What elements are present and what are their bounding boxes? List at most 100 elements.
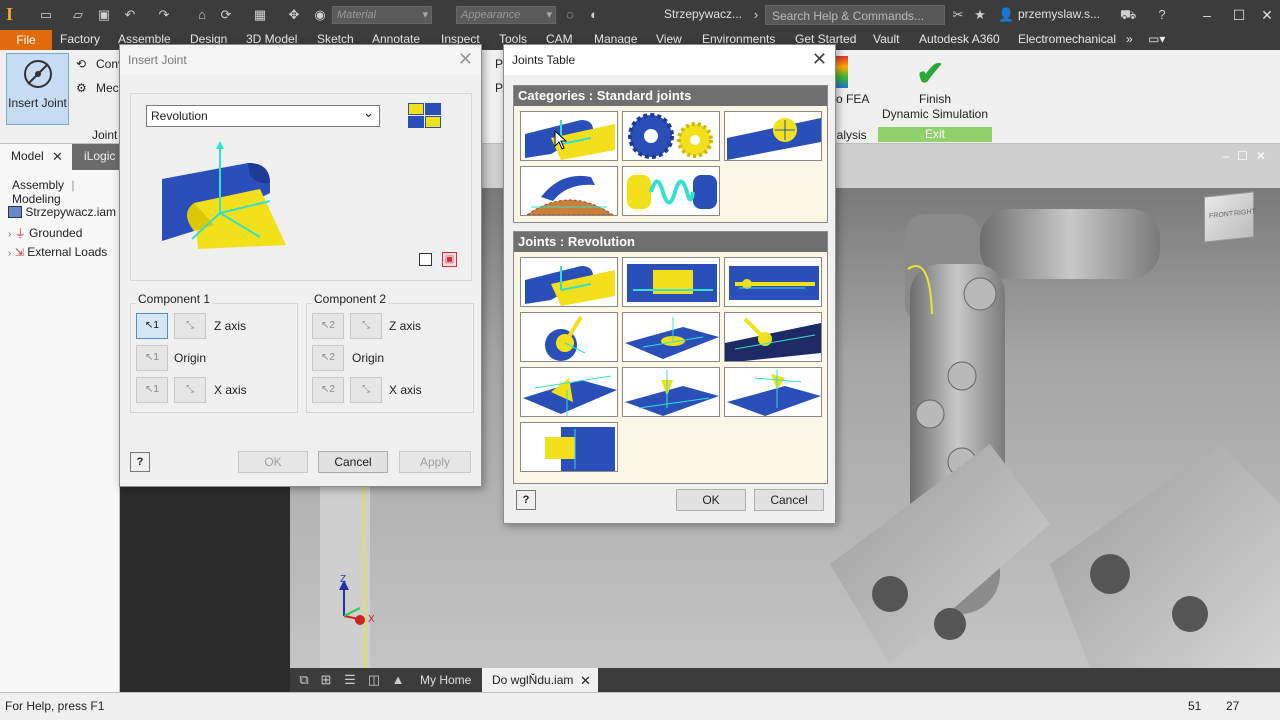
appearance-combo[interactable]: Appearance: [456, 6, 556, 24]
close-icon[interactable]: ✕: [580, 673, 591, 689]
help-button[interactable]: ?: [130, 452, 150, 472]
dialog-title-bar[interactable]: Insert Joint ✕: [120, 45, 481, 75]
tab-electromechanical[interactable]: Electromechanical: [1018, 32, 1116, 46]
close-icon[interactable]: ✕: [812, 49, 827, 70]
color-icon[interactable]: ◉: [312, 7, 328, 23]
cascade-windows-icon[interactable]: ⧉: [296, 672, 312, 688]
dialog-title-bar[interactable]: Joints Table ✕: [504, 45, 835, 75]
assembly-view-tab[interactable]: Assembly: [12, 178, 64, 192]
tab-my-home[interactable]: My Home: [420, 673, 471, 687]
modeling-view-tab[interactable]: Modeling: [12, 192, 61, 206]
ribbon-p-button-2[interactable]: P: [495, 81, 503, 95]
category-sliding-joints[interactable]: [724, 111, 822, 161]
close-icon[interactable]: ✕: [52, 149, 63, 165]
panel-options-icon[interactable]: ▭▾: [1148, 32, 1165, 46]
close-icon[interactable]: ✕: [458, 49, 473, 70]
joint-type-select[interactable]: Revolution: [146, 105, 380, 127]
fea-icon[interactable]: [836, 56, 848, 88]
adjust-appearance-icon[interactable]: ◐: [586, 7, 602, 23]
select-filter-icon[interactable]: ▦: [252, 7, 268, 23]
save-icon[interactable]: ▣: [96, 7, 112, 23]
clear-appearance-icon[interactable]: ◌: [562, 7, 578, 23]
joint-planar[interactable]: [622, 312, 720, 362]
export-fea-button[interactable]: o FEA: [836, 92, 869, 106]
measure-icon[interactable]: ✥: [286, 7, 302, 23]
component2-x-axis-flip-icon[interactable]: ⤡: [350, 377, 382, 403]
tab-vault[interactable]: Vault: [873, 32, 899, 46]
maximize-icon[interactable]: ☐: [1228, 4, 1250, 26]
tree-root[interactable]: Strzepywacz.iam (S: [8, 205, 131, 219]
preview-toggle-icon[interactable]: ▣: [442, 252, 457, 267]
joint-welding[interactable]: [520, 422, 618, 472]
component1-origin-select-button[interactable]: ↖1: [136, 345, 168, 371]
search-arrow-icon[interactable]: ›: [748, 7, 764, 23]
component2-x-axis-select-button[interactable]: ↖2: [312, 377, 344, 403]
open-file-icon[interactable]: ▱: [70, 7, 86, 23]
user-icon[interactable]: 👤: [998, 7, 1014, 23]
inventor-logo-icon[interactable]: I: [6, 4, 26, 26]
more-tabs-icon[interactable]: ▲: [390, 672, 406, 688]
apply-button[interactable]: Apply: [399, 451, 471, 473]
joint-point-plane[interactable]: [622, 367, 720, 417]
component2-z-axis-flip-icon[interactable]: ⤡: [350, 313, 382, 339]
favorites-star-icon[interactable]: ★: [972, 7, 988, 23]
joint-cylindrical[interactable]: [724, 257, 822, 307]
ok-button[interactable]: OK: [238, 451, 308, 473]
tab-ilogic[interactable]: iLogic: [84, 149, 115, 163]
tree-item-external-loads[interactable]: › ⇲ External Loads: [8, 245, 107, 259]
expand-icon[interactable]: ›: [8, 229, 11, 240]
category-rolling-joints[interactable]: [622, 111, 720, 161]
joint-spherical[interactable]: [520, 312, 618, 362]
cancel-button[interactable]: Cancel: [318, 451, 388, 473]
mechanism-icon[interactable]: ⚙: [76, 81, 87, 95]
binoculars-icon[interactable]: ✂: [950, 7, 966, 23]
redo-icon[interactable]: ↷: [156, 7, 172, 23]
flip-checkbox[interactable]: [419, 253, 432, 266]
joints-table-icon[interactable]: [408, 103, 442, 129]
mechanism-button[interactable]: Mec: [96, 81, 119, 95]
material-combo[interactable]: Material: [332, 6, 432, 24]
component1-x-axis-flip-icon[interactable]: ⤡: [174, 377, 206, 403]
insert-joint-button[interactable]: Insert Joint: [6, 53, 69, 125]
finish-dynamic-simulation-button[interactable]: ✔ Finish Dynamic Simulation Exit: [878, 50, 992, 142]
convert-icon[interactable]: ⟲: [76, 57, 86, 71]
update-icon[interactable]: ⟳: [218, 7, 234, 23]
expand-icon[interactable]: ›: [8, 248, 11, 259]
tree-item-grounded[interactable]: › ⏚ Grounded: [8, 225, 82, 241]
cart-icon[interactable]: ⛟: [1120, 7, 1136, 23]
help-button[interactable]: ?: [516, 490, 536, 510]
joint-line-plane[interactable]: [520, 367, 618, 417]
joint-spatial[interactable]: [724, 367, 822, 417]
tab-autodesk-a360[interactable]: Autodesk A360: [919, 32, 1000, 46]
joint-revolution[interactable]: [520, 257, 618, 307]
checkmark-icon: ✔: [916, 55, 945, 93]
tile-horizontal-icon[interactable]: ☰: [342, 672, 358, 688]
tile-windows-icon[interactable]: ⊞: [318, 672, 334, 688]
tile-vertical-icon[interactable]: ◫: [366, 672, 382, 688]
category-force-joints[interactable]: [622, 166, 720, 216]
joint-prismatic[interactable]: [622, 257, 720, 307]
component1-z-axis-select-button[interactable]: ↖1: [136, 313, 168, 339]
tab-file[interactable]: File: [0, 30, 52, 50]
ribbon-p-button-1[interactable]: P: [495, 57, 503, 71]
close-window-icon[interactable]: ✕: [1256, 4, 1278, 26]
category-standard-joints[interactable]: [520, 111, 618, 161]
new-file-icon[interactable]: ▭: [38, 7, 54, 23]
joint-point-line[interactable]: [724, 312, 822, 362]
component1-x-axis-select-button[interactable]: ↖1: [136, 377, 168, 403]
undo-icon[interactable]: ↶: [122, 7, 138, 23]
cancel-button[interactable]: Cancel: [754, 489, 824, 511]
user-name[interactable]: przemyslaw.s...: [1018, 7, 1100, 21]
search-input[interactable]: Search Help & Commands...: [765, 5, 945, 25]
help-icon[interactable]: ?: [1154, 7, 1170, 23]
home-icon[interactable]: ⌂: [194, 7, 210, 23]
tab-active-document[interactable]: Do wglŇdu.iam ✕: [482, 668, 598, 692]
category-2d-contact[interactable]: [520, 166, 618, 216]
minimize-icon[interactable]: –: [1196, 4, 1218, 26]
tab-factory[interactable]: Factory: [60, 32, 100, 46]
more-tabs-icon[interactable]: »: [1126, 32, 1133, 46]
component2-z-axis-select-button[interactable]: ↖2: [312, 313, 344, 339]
component1-z-axis-flip-icon[interactable]: ⤡: [174, 313, 206, 339]
ok-button[interactable]: OK: [676, 489, 746, 511]
component2-origin-select-button[interactable]: ↖2: [312, 345, 344, 371]
